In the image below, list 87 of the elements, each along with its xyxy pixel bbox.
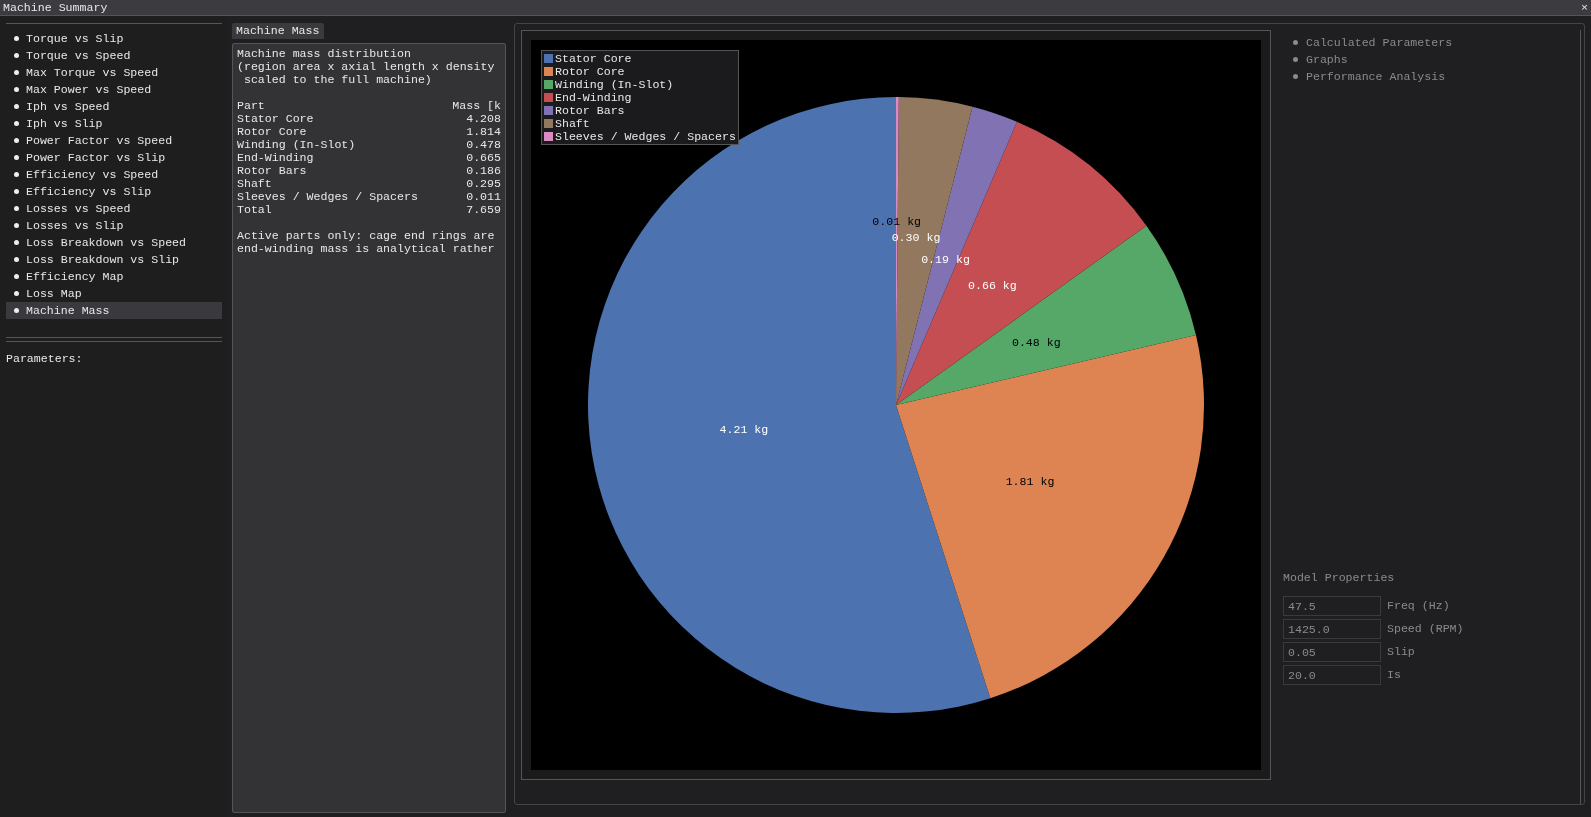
legend-label: Winding (In-Slot)	[555, 78, 674, 91]
mass-value: 0.665	[465, 151, 501, 164]
parameters-label: Parameters:	[6, 351, 84, 367]
note-text: Active parts only: cage end rings are	[237, 229, 496, 242]
sidebar-item[interactable]: Loss Breakdown vs Slip	[6, 251, 222, 268]
bullet-icon	[14, 36, 19, 41]
mass-value: 0.478	[465, 138, 501, 151]
input-field[interactable]: 1425.0	[1283, 618, 1381, 639]
tree-item[interactable]: Calculated Parameters	[1283, 34, 1570, 51]
legend-label: Sleeves / Wedges / Spacers	[555, 130, 736, 143]
bullet-icon	[14, 70, 19, 75]
bullet-icon	[14, 172, 19, 177]
part-name: Rotor Core	[237, 125, 308, 138]
legend-label: Rotor Bars	[555, 104, 625, 117]
mass-value: 0.011	[465, 190, 501, 203]
sidebar-item[interactable]: Iph vs Speed	[6, 98, 222, 115]
mass-value: 4.208	[465, 112, 501, 125]
column-header: Mass [k	[452, 99, 501, 112]
sidebar-item[interactable]: Max Power vs Speed	[6, 81, 222, 98]
panel-tab[interactable]: Machine Mass	[232, 23, 324, 39]
input-field[interactable]: 0.05	[1283, 641, 1381, 662]
section-title: Model Properties	[1283, 569, 1396, 586]
bullet-icon	[14, 189, 19, 194]
bullet-icon	[14, 206, 19, 211]
mass-value: 0.295	[465, 177, 501, 190]
sidebar-item[interactable]: Loss Map	[6, 285, 222, 302]
slice-label: 0.66 kg	[968, 278, 1017, 292]
bullet-icon	[14, 291, 19, 296]
sidebar-item[interactable]: Efficiency Map	[6, 268, 222, 285]
tree-item[interactable]: Performance Analysis	[1283, 68, 1570, 85]
field-label: Is	[1387, 666, 1401, 683]
input-field[interactable]: 47.5	[1283, 595, 1381, 616]
slice-label: 1.81 kg	[1005, 474, 1055, 488]
bullet-icon	[14, 138, 19, 143]
bullet-icon	[14, 223, 19, 228]
field-label: Slip	[1387, 643, 1415, 660]
tree-item[interactable]: Graphs	[1283, 51, 1570, 68]
input-field[interactable]: 20.0	[1283, 664, 1381, 685]
mass-value: 1.814	[465, 125, 501, 138]
part-name: Shaft	[237, 177, 273, 190]
bullet-icon	[14, 121, 19, 126]
part-name: Winding (In-Slot)	[237, 138, 357, 151]
part-name: Stator Core	[237, 112, 315, 125]
bullet-icon	[14, 274, 19, 279]
part-name: Total	[237, 203, 273, 216]
description-text: Machine mass distribution	[237, 47, 412, 60]
bullet-icon	[14, 240, 19, 245]
part-name: Rotor Bars	[237, 164, 308, 177]
sidebar-item[interactable]: Machine Mass	[6, 302, 222, 319]
bullet-icon	[14, 87, 19, 92]
mass-value: 0.186	[465, 164, 501, 177]
sidebar-item[interactable]: Power Factor vs Speed	[6, 132, 222, 149]
bullet-icon	[14, 308, 19, 313]
column-header: Part	[237, 99, 266, 112]
sidebar-item[interactable]: Losses vs Slip	[6, 217, 222, 234]
legend-label: Stator Core	[555, 52, 632, 65]
slice-label: 0.48 kg	[1011, 335, 1061, 349]
legend-label: Rotor Core	[555, 65, 625, 78]
sidebar-item[interactable]: Torque vs Speed	[6, 47, 222, 64]
bullet-icon	[14, 257, 19, 262]
legend-label: End-Winding	[555, 91, 632, 104]
close-button[interactable]: ×	[1581, 0, 1588, 16]
field-label: Freq (Hz)	[1387, 597, 1450, 614]
description-text: (region area x axial length x density	[237, 60, 496, 73]
bullet-icon	[14, 155, 19, 160]
sidebar-item[interactable]: Efficiency vs Slip	[6, 183, 222, 200]
sidebar-item[interactable]: Power Factor vs Slip	[6, 149, 222, 166]
part-name: Sleeves / Wedges / Spacers	[237, 190, 419, 203]
sidebar-item[interactable]: Max Torque vs Speed	[6, 64, 222, 81]
sidebar-item[interactable]: Iph vs Slip	[6, 115, 222, 132]
slice-label: 4.21 kg	[719, 422, 769, 436]
bullet-icon	[1293, 57, 1298, 62]
sidebar-item[interactable]: Torque vs Slip	[6, 30, 222, 47]
legend-label: Shaft	[555, 117, 590, 130]
bullet-icon	[14, 104, 19, 109]
window-title: Machine Summary	[3, 0, 108, 16]
mass-value: 7.659	[465, 203, 501, 216]
sidebar-item[interactable]: Loss Breakdown vs Speed	[6, 234, 222, 251]
sidebar-item[interactable]: Losses vs Speed	[6, 200, 222, 217]
bullet-icon	[1293, 74, 1298, 79]
part-name: End-Winding	[237, 151, 315, 164]
note-text: end-winding mass is analytical rather	[237, 242, 496, 255]
sidebar-item[interactable]: Efficiency vs Speed	[6, 166, 222, 183]
bullet-icon	[1293, 40, 1298, 45]
description-text: scaled to the full machine)	[242, 73, 433, 86]
bullet-icon	[14, 53, 19, 58]
field-label: Speed (RPM)	[1387, 620, 1464, 637]
